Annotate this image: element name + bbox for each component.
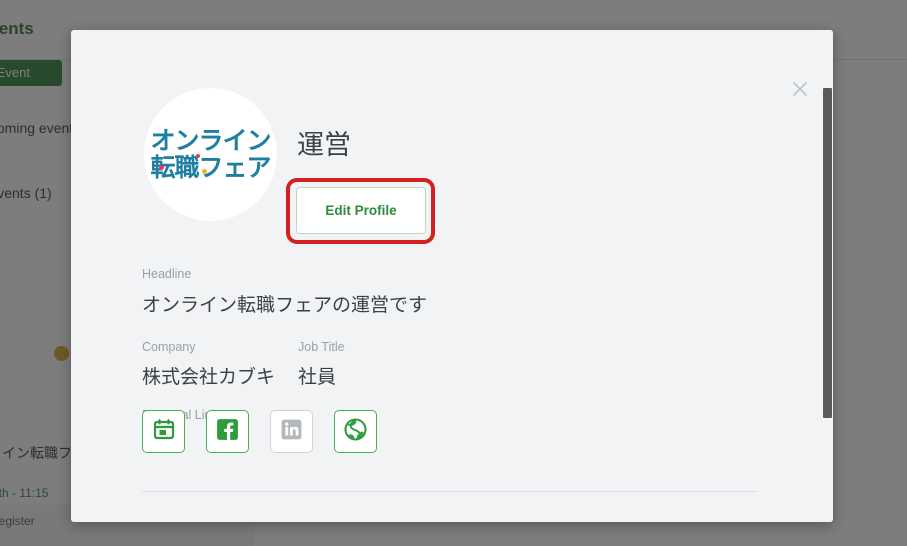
facebook-icon (215, 417, 240, 447)
globe-icon (343, 417, 368, 447)
avatar-logo-line-1: オンライン (150, 127, 271, 156)
avatar: オンライン 転職フェア (144, 88, 277, 221)
company-value: 株式会社カブキ (142, 367, 276, 388)
profile-display-name: 運営 (297, 130, 351, 160)
modal-scrollbar-track[interactable] (822, 30, 833, 522)
calendar-icon (152, 417, 176, 446)
edit-profile-button[interactable]: Edit Profile (296, 187, 426, 234)
avatar-logo-line-2: 転職フェア (150, 153, 272, 182)
modal-scrollbar-thumb[interactable] (823, 88, 832, 418)
profile-modal-body: オンライン 転職フェア 運営 Edit Profile Headline オンラ… (71, 30, 833, 522)
website-link-button[interactable] (334, 410, 377, 453)
personal-links-row (142, 410, 377, 453)
company-label: Company (142, 340, 196, 354)
linkedin-link-button (270, 410, 313, 453)
job-title-label: Job Title (298, 340, 345, 354)
calendar-link-button[interactable] (142, 410, 185, 453)
close-icon[interactable] (783, 72, 817, 106)
job-title-value: 社員 (298, 367, 337, 388)
modal-bottom-divider (142, 491, 758, 492)
linkedin-icon (279, 417, 304, 447)
headline-label: Headline (142, 267, 192, 281)
avatar-logo-line-2-text: 転職フェア (150, 153, 271, 182)
headline-value: オンライン転職フェアの運営です (142, 295, 428, 316)
facebook-link-button[interactable] (206, 410, 249, 453)
profile-modal: オンライン 転職フェア 運営 Edit Profile Headline オンラ… (71, 30, 833, 522)
